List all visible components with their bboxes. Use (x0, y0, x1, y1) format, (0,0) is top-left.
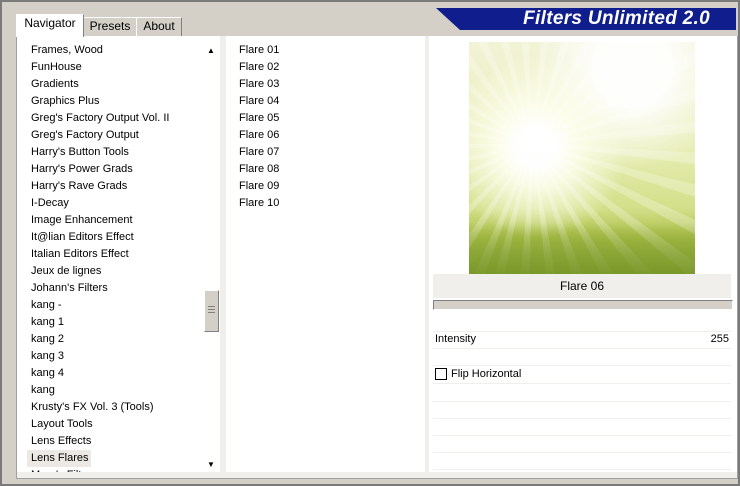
category-item[interactable]: Image Enhancement (27, 212, 207, 229)
category-item[interactable]: Greg's Factory Output (27, 127, 207, 144)
navigator-panel: Frames, Wood FunHouse Gradients Graphics Pl… (16, 36, 738, 479)
grip-icon (208, 306, 215, 314)
blank-row (433, 314, 731, 332)
flip-horizontal-checkbox[interactable] (435, 368, 447, 380)
filter-item[interactable]: Flare 04 (235, 93, 415, 110)
category-item[interactable]: FunHouse (27, 59, 207, 76)
category-item[interactable]: kang - (27, 297, 207, 314)
category-item[interactable]: Lens Effects (27, 433, 207, 450)
category-item[interactable]: kang (27, 382, 207, 399)
filter-item[interactable]: Flare 05 (235, 110, 415, 127)
progress-slider[interactable] (433, 300, 733, 310)
column-divider (425, 36, 429, 478)
category-item[interactable]: Harry's Power Grads (27, 161, 207, 178)
tab-navigator[interactable]: Navigator (16, 14, 84, 37)
category-item[interactable]: Gradients (27, 76, 207, 93)
scroll-down-icon[interactable]: ▼ (203, 458, 219, 472)
scroll-up-icon[interactable]: ▲ (203, 44, 219, 58)
intensity-row[interactable]: Intensity 255 (433, 331, 731, 349)
blank-row (433, 401, 731, 419)
bottom-divider (17, 472, 737, 478)
filter-item[interactable]: Flare 10 (235, 195, 415, 212)
category-item[interactable]: I-Decay (27, 195, 207, 212)
category-item[interactable]: Frames, Wood (27, 42, 207, 59)
preview-image (469, 42, 695, 274)
category-item[interactable]: Greg's Factory Output Vol. II (27, 110, 207, 127)
filter-item[interactable]: Flare 07 (235, 144, 415, 161)
category-item[interactable]: Layout Tools (27, 416, 207, 433)
intensity-label: Intensity (435, 333, 476, 345)
category-item[interactable]: kang 2 (27, 331, 207, 348)
filter-item[interactable]: Flare 06 (235, 127, 415, 144)
selected-filter-name: Flare 06 (433, 274, 731, 298)
filter-item[interactable]: Flare 02 (235, 59, 415, 76)
category-item[interactable]: Harry's Rave Grads (27, 178, 207, 195)
category-item[interactable]: Krusty's FX Vol. 3 (Tools) (27, 399, 207, 416)
category-list[interactable]: Frames, Wood FunHouse Gradients Graphics Pl… (27, 42, 207, 472)
filter-list[interactable]: Flare 01 Flare 02 Flare 03 Flare 04 Flare 05… (235, 42, 415, 472)
filter-item[interactable]: Flare 08 (235, 161, 415, 178)
intensity-value[interactable]: 255 (711, 331, 729, 348)
blank-row (433, 452, 731, 470)
category-item[interactable]: kang 1 (27, 314, 207, 331)
filter-item[interactable]: Flare 01 (235, 42, 415, 59)
category-item[interactable]: kang 3 (27, 348, 207, 365)
blank-row (433, 384, 731, 402)
blank-row (433, 435, 731, 453)
category-item[interactable]: kang 4 (27, 365, 207, 382)
category-item[interactable]: Italian Editors Effect (27, 246, 207, 263)
main-window: Filters Unlimited 2.0 Navigator Presets … (0, 0, 740, 486)
category-item[interactable]: Johann's Filters (27, 280, 207, 297)
category-item[interactable]: It@lian Editors Effect (27, 229, 207, 246)
slider-fill (434, 301, 732, 309)
flip-row[interactable]: Flip Horizontal (433, 366, 731, 384)
tab-presets[interactable]: Presets (82, 17, 138, 36)
category-scrollbar[interactable]: ▲ ▼ (203, 42, 219, 474)
category-item[interactable]: Lens Flares (27, 450, 91, 467)
scroll-thumb[interactable] (204, 290, 219, 332)
flip-horizontal-label: Flip Horizontal (451, 368, 522, 380)
blank-row (433, 348, 731, 366)
category-item[interactable]: Graphics Plus (27, 93, 207, 110)
category-item[interactable]: Jeux de lignes (27, 263, 207, 280)
filter-item[interactable]: Flare 09 (235, 178, 415, 195)
blank-row (433, 418, 731, 436)
tab-about[interactable]: About (136, 17, 182, 36)
filter-item[interactable]: Flare 03 (235, 76, 415, 93)
category-item[interactable]: Harry's Button Tools (27, 144, 207, 161)
app-title: Filters Unlimited 2.0 (523, 8, 710, 29)
column-divider (220, 36, 226, 478)
parameter-area: Flare 06 Intensity 255 Flip Horizontal (433, 274, 733, 472)
